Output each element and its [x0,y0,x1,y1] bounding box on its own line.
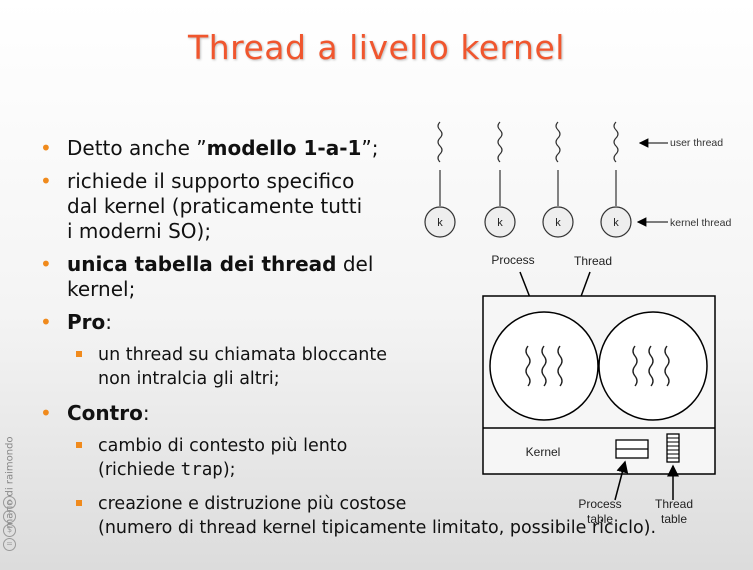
thread-table-label-2: table [661,512,687,526]
by-icon: i [3,510,16,523]
kernel-label: Kernel [526,445,561,459]
k-label: k [437,217,443,229]
thread-label: Thread [574,254,612,268]
bullet-dot-icon: • [40,252,52,276]
kernel-thread-diagram: k k k k user thread kernel thread Proces… [424,121,731,526]
process-circle [598,311,708,421]
bullet-dot-icon: • [40,169,52,193]
sa-icon: = [3,538,16,551]
user-thread-squiggle [613,121,619,163]
k-label: k [555,217,561,229]
user-kernel-thread-row [424,121,632,238]
user-thread-label: user thread [670,137,723,149]
bullet-dot-icon: • [40,310,52,334]
user-thread-squiggle [437,121,443,163]
user-thread-squiggle [497,121,503,163]
sub-bullet-square-icon [76,351,82,357]
author-sidebar: mario di raimondo c i $ = [3,388,17,551]
bullet-dot-icon: • [40,401,52,425]
sub-bullet-square-icon [76,500,82,506]
user-thread-squiggle [555,121,561,163]
process-table-label-1: Process [578,497,621,511]
process-label: Process [491,253,534,267]
nc-icon: $ [3,524,16,537]
cc-icon: c [3,496,16,509]
k-label: k [497,217,503,229]
kernel-thread-label: kernel thread [670,217,731,229]
thread-table-label-1: Thread [655,497,693,511]
bullet-dot-icon: • [40,136,52,160]
sub-bullet-square-icon [76,442,82,448]
author-name: mario di raimondo [4,436,16,529]
k-label: k [613,217,619,229]
slide-title: Thread a livello kernel [188,28,565,67]
process-table-label-2: table [587,512,613,526]
